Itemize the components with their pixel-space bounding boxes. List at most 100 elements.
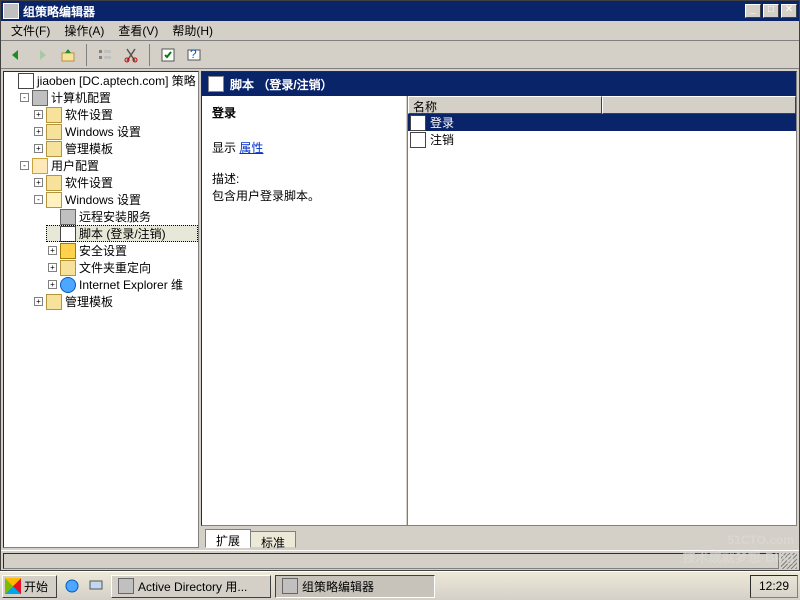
taskbar-item-gpedit[interactable]: 组策略编辑器 — [275, 575, 435, 598]
user-icon — [32, 158, 48, 174]
properties-link[interactable]: 属性 — [239, 141, 263, 155]
open-folder-icon — [46, 192, 62, 208]
menu-view[interactable]: 查看(V) — [112, 20, 164, 41]
folder-icon — [46, 124, 62, 140]
resize-grip[interactable] — [781, 553, 797, 569]
tree-ie-maint[interactable]: + Internet Explorer 维 — [46, 276, 198, 293]
ris-icon — [60, 209, 76, 225]
script-icon — [410, 115, 426, 131]
banner-title: 脚本 （登录/注销） — [230, 76, 333, 93]
list-row-logout[interactable]: 注销 — [408, 131, 796, 148]
window-title: 组策略编辑器 — [23, 3, 743, 20]
tree-folder-redirect[interactable]: + 文件夹重定向 — [46, 259, 198, 276]
properties-button[interactable] — [157, 44, 179, 66]
tree-remote-install[interactable]: 远程安装服务 — [46, 208, 198, 225]
tree-computer-tpl[interactable]: + 管理模板 — [32, 140, 198, 157]
tree-user-sw[interactable]: + 软件设置 — [32, 174, 198, 191]
detail-tabs: 扩展 标准 — [201, 526, 797, 548]
tree-label: 安全设置 — [79, 242, 127, 259]
tree-label: 计算机配置 — [51, 89, 111, 106]
tree-user-tpl[interactable]: + 管理模板 — [32, 293, 198, 310]
tree-label: 脚本 (登录/注销) — [79, 225, 166, 242]
windows-flag-icon — [5, 578, 21, 594]
desktop-icon — [88, 578, 104, 594]
tree-label: 远程安装服务 — [79, 208, 151, 225]
tree-label: Internet Explorer 维 — [79, 276, 183, 293]
tree-computer-config[interactable]: - 计算机配置 + 软件设置 + — [18, 89, 198, 157]
tree-label: Windows 设置 — [65, 191, 141, 208]
tree-label: 文件夹重定向 — [79, 259, 151, 276]
show-row: 显示 属性 — [212, 139, 396, 156]
gpedit-icon — [282, 578, 298, 594]
body-split: jiaoben [DC.aptech.com] 策略 - 计算机配置 + — [1, 69, 799, 550]
list-row-label: 登录 — [430, 114, 454, 131]
statusbar — [1, 550, 799, 570]
col-name[interactable]: 名称 — [408, 96, 602, 114]
maximize-button[interactable]: □ — [763, 4, 779, 18]
taskbar-item-label: 组策略编辑器 — [302, 578, 374, 595]
forward-button[interactable] — [31, 44, 53, 66]
policy-icon — [18, 73, 34, 89]
minimize-button[interactable]: _ — [745, 4, 761, 18]
expander-icon[interactable]: - — [20, 93, 29, 102]
script-icon — [60, 226, 76, 242]
menu-action[interactable]: 操作(A) — [58, 20, 110, 41]
script-icon — [410, 132, 426, 148]
system-tray[interactable]: 12:29 — [750, 575, 798, 598]
shield-icon — [60, 243, 76, 259]
taskbar-item-label: Active Directory 用... — [138, 578, 247, 595]
tree-security[interactable]: + 安全设置 — [46, 242, 198, 259]
ql-ie[interactable] — [61, 575, 83, 597]
help-button[interactable]: ? — [183, 44, 205, 66]
app-icon — [3, 3, 19, 19]
toolbar: ? — [1, 41, 799, 69]
quick-launch — [61, 575, 107, 597]
clock: 12:29 — [759, 579, 789, 593]
forward-arrow-icon — [34, 47, 50, 63]
tree-label: Windows 设置 — [65, 123, 141, 140]
desc-label: 描述: — [212, 170, 396, 187]
details-pane: 脚本 （登录/注销） 登录 显示 属性 描述: 包含用户登录脚本。 — [201, 71, 797, 548]
computer-icon — [32, 90, 48, 106]
tree-user-config[interactable]: - 用户配置 + 软件设置 - — [18, 157, 198, 310]
tab-standard[interactable]: 标准 — [250, 531, 296, 548]
tree-label: 软件设置 — [65, 174, 113, 191]
toolbar-sep-2 — [149, 44, 150, 66]
details-banner: 脚本 （登录/注销） — [202, 72, 796, 96]
show-label: 显示 — [212, 141, 236, 155]
taskbar: 开始 Active Directory 用... 组策略编辑器 12:29 — [0, 571, 800, 600]
tree-scripts[interactable]: 脚本 (登录/注销) — [46, 225, 198, 242]
info-column: 登录 显示 属性 描述: 包含用户登录脚本。 — [202, 96, 406, 525]
ql-desktop[interactable] — [85, 575, 107, 597]
tree-root[interactable]: jiaoben [DC.aptech.com] 策略 - 计算机配置 + — [4, 72, 198, 310]
back-arrow-icon — [8, 47, 24, 63]
tree-label: 软件设置 — [65, 106, 113, 123]
tree-computer-win[interactable]: + Windows 设置 — [32, 123, 198, 140]
start-button[interactable]: 开始 — [2, 575, 57, 598]
list-view-button[interactable] — [94, 44, 116, 66]
help-icon: ? — [186, 47, 202, 63]
tree-computer-sw[interactable]: + 软件设置 — [32, 106, 198, 123]
titlebar: 组策略编辑器 _ □ ✕ — [1, 1, 799, 21]
list-body[interactable]: 登录 注销 — [408, 114, 796, 525]
details-split: 登录 显示 属性 描述: 包含用户登录脚本。 名称 — [202, 96, 796, 525]
list-header[interactable]: 名称 — [408, 96, 796, 114]
up-button[interactable] — [57, 44, 79, 66]
tree-pane[interactable]: jiaoben [DC.aptech.com] 策略 - 计算机配置 + — [3, 71, 199, 548]
taskbar-item-aduc[interactable]: Active Directory 用... — [111, 575, 271, 598]
menu-file[interactable]: 文件(F) — [5, 20, 56, 41]
folder-icon — [46, 294, 62, 310]
tab-extended[interactable]: 扩展 — [205, 529, 251, 548]
tree-user-win[interactable]: - Windows 设置 远程安装服务 — [32, 191, 198, 293]
properties-icon — [160, 47, 176, 63]
menu-help[interactable]: 帮助(H) — [166, 20, 219, 41]
back-button[interactable] — [5, 44, 27, 66]
desc-body: 包含用户登录脚本。 — [212, 187, 396, 204]
folder-icon — [46, 141, 62, 157]
selection-heading: 登录 — [212, 104, 396, 121]
cut-button[interactable] — [120, 44, 142, 66]
list-row-login[interactable]: 登录 — [408, 114, 796, 131]
details-inner: 脚本 （登录/注销） 登录 显示 属性 描述: 包含用户登录脚本。 — [201, 71, 797, 526]
close-button[interactable]: ✕ — [781, 4, 797, 18]
list-icon — [97, 47, 113, 63]
